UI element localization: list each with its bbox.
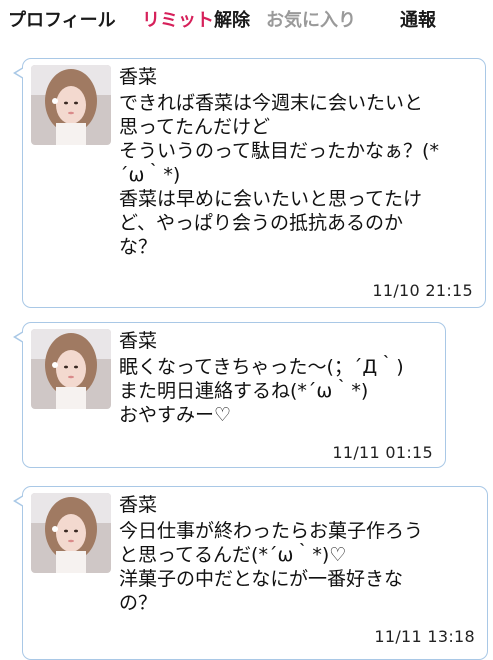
avatar[interactable]	[31, 493, 111, 573]
limit-unlock-tab[interactable]: リミット解除	[142, 6, 250, 36]
message-bubble: 香菜 できれば香菜は今週末に会いたいと 思ってたんだけど そういうのって駄目だっ…	[13, 58, 486, 308]
message-text: 眠くなってきちゃった〜(；´Д｀) また明日連絡するね(*´ω｀*) おやすみー…	[119, 356, 404, 426]
avatar-photo	[31, 65, 111, 145]
message-timestamp: 11/11 01:15	[332, 443, 433, 462]
limit-label: リミット	[142, 10, 214, 31]
report-tab[interactable]: 通報	[400, 6, 436, 36]
top-nav: プロフィール リミット解除 お気に入り 通報	[0, 0, 493, 48]
message-bubble: 香菜 眠くなってきちゃった〜(；´Д｀) また明日連絡するね(*´ω｀*) おや…	[13, 322, 446, 468]
avatar-photo	[31, 329, 111, 409]
avatar[interactable]	[31, 65, 111, 145]
avatar[interactable]	[31, 329, 111, 409]
profile-tab[interactable]: プロフィール	[8, 6, 116, 36]
message-text: 今日仕事が終わったらお菓子作ろう と思ってるんだ(*´ω｀*)♡ 洋菓子の中だと…	[119, 520, 424, 614]
message-text: できれば香菜は今週末に会いたいと 思ってたんだけど そういうのって駄目だったかな…	[119, 92, 439, 258]
unlock-label: 解除	[214, 10, 250, 31]
sender-name: 香菜	[119, 330, 158, 352]
favorite-tab[interactable]: お気に入り	[266, 6, 356, 36]
sender-name: 香菜	[119, 494, 158, 516]
avatar-photo	[31, 493, 111, 573]
message-bubble: 香菜 今日仕事が終わったらお菓子作ろう と思ってるんだ(*´ω｀*)♡ 洋菓子の…	[13, 486, 488, 660]
message-timestamp: 11/10 21:15	[372, 281, 473, 300]
message-timestamp: 11/11 13:18	[374, 627, 475, 646]
sender-name: 香菜	[119, 66, 158, 88]
